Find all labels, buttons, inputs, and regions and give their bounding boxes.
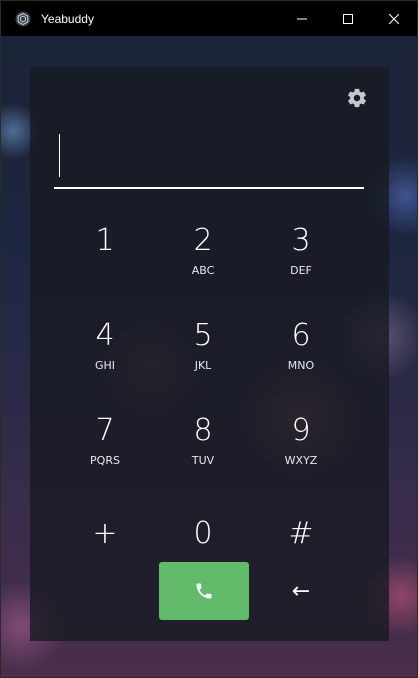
phone-icon <box>196 583 212 599</box>
key-digit: 7 <box>95 413 115 448</box>
key-digit: # <box>288 516 314 551</box>
key-4[interactable]: 4 GHI <box>60 311 150 381</box>
key-letters: WXYZ <box>284 454 318 467</box>
phone-number-input[interactable] <box>54 131 364 187</box>
key-letters: TUV <box>191 454 215 467</box>
key-0[interactable]: 0 <box>158 501 248 571</box>
key-7[interactable]: 7 PQRS <box>60 406 150 476</box>
settings-button[interactable] <box>346 87 368 109</box>
key-digit: 9 <box>291 413 311 448</box>
key-digit: + <box>92 516 118 551</box>
maximize-button[interactable] <box>325 1 371 36</box>
window-title: Yeabuddy <box>41 11 94 26</box>
key-letters: PQRS <box>90 454 120 467</box>
close-button[interactable] <box>371 1 417 36</box>
maximize-icon <box>343 13 353 24</box>
key-digit: 5 <box>193 318 213 353</box>
phone-number-field[interactable] <box>54 131 364 189</box>
key-letters: GHI <box>94 359 116 372</box>
key-letters: JKL <box>194 359 212 372</box>
text-caret <box>59 134 60 177</box>
title-bar[interactable]: Yeabuddy <box>1 1 417 36</box>
key-6[interactable]: 6 MNO <box>256 311 346 381</box>
key-digit: 2 <box>193 223 213 258</box>
gear-icon <box>348 88 366 108</box>
key-8[interactable]: 8 TUV <box>158 406 248 476</box>
key-1[interactable]: 1 <box>60 216 150 286</box>
minimize-button[interactable] <box>279 1 325 36</box>
key-9[interactable]: 9 WXYZ <box>256 406 346 476</box>
key-digit: 8 <box>193 413 213 448</box>
backspace-button[interactable]: ← <box>256 562 346 620</box>
close-icon <box>389 13 399 24</box>
key-3[interactable]: 3 DEF <box>256 216 346 286</box>
key-letters: MNO <box>287 359 315 372</box>
backspace-arrow-icon: ← <box>291 578 311 604</box>
window-controls <box>279 1 417 36</box>
key-hash[interactable]: # <box>256 501 346 571</box>
key-letters: DEF <box>290 264 312 277</box>
key-plus[interactable]: + <box>60 501 150 571</box>
key-digit: 1 <box>95 223 115 258</box>
key-5[interactable]: 5 JKL <box>158 311 248 381</box>
hexagon-logo-icon <box>15 11 31 26</box>
key-digit: 3 <box>291 223 311 258</box>
call-button[interactable] <box>159 562 249 620</box>
key-digit: 0 <box>193 516 213 551</box>
key-digit: 6 <box>291 318 311 353</box>
app-window: Yeabuddy 1 2 ABC 3 DEF 4 GHI 5 JKL 6 MNO… <box>0 0 418 678</box>
key-letters: ABC <box>191 264 215 277</box>
key-2[interactable]: 2 ABC <box>158 216 248 286</box>
minimize-icon <box>297 18 307 19</box>
key-digit: 4 <box>95 318 115 353</box>
